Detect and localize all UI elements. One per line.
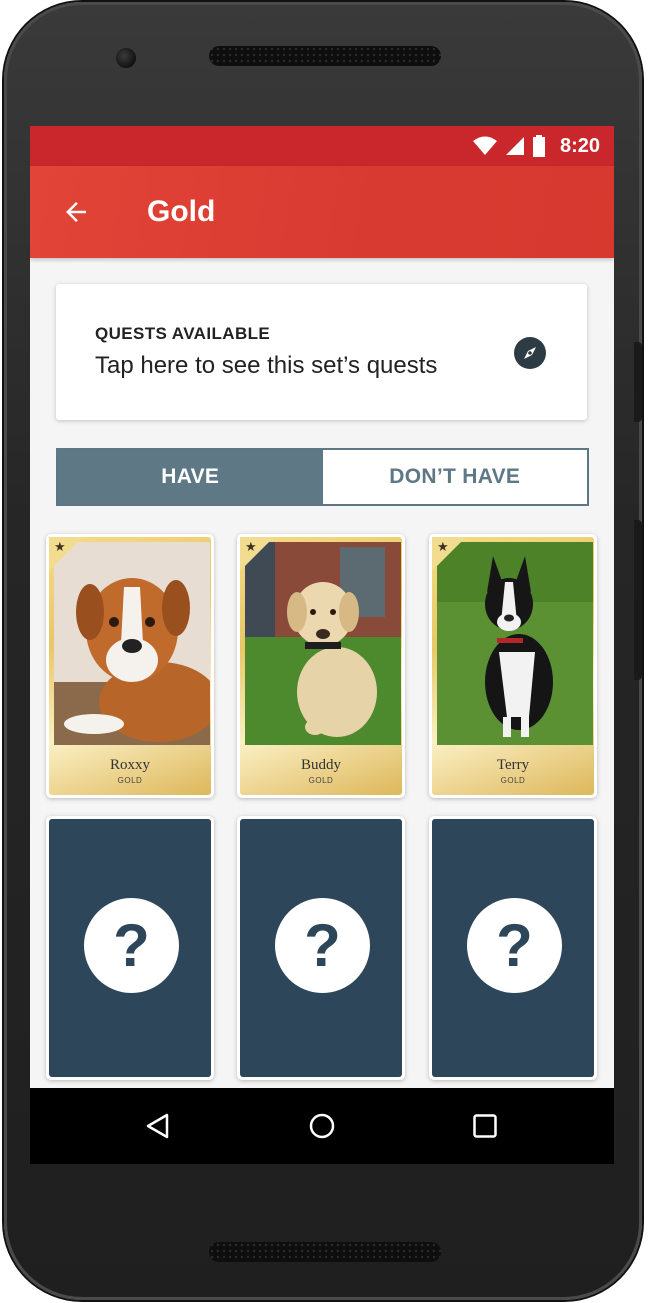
- card-name: Terry: [496, 757, 530, 773]
- question-mark-icon: ?: [84, 898, 179, 993]
- dog-photo-roxxy: [54, 542, 210, 745]
- compass-icon: [514, 337, 546, 369]
- question-mark-icon: ?: [275, 898, 370, 993]
- front-camera: [116, 48, 136, 68]
- navigation-bar: [30, 1088, 614, 1164]
- unknown-card-face: ?: [432, 819, 594, 1077]
- recents-square-icon: [473, 1114, 497, 1138]
- status-bar: 8:20: [30, 126, 614, 166]
- quests-heading: QUESTS AVAILABLE: [95, 324, 271, 343]
- back-triangle-icon: [146, 1113, 169, 1139]
- wifi-icon: [472, 136, 497, 155]
- unknown-card[interactable]: ?: [46, 816, 214, 1080]
- unknown-card-face: ?: [49, 819, 211, 1077]
- unknown-card-face: ?: [240, 819, 402, 1077]
- quests-card[interactable]: QUESTS AVAILABLE Tap here to see this se…: [56, 284, 587, 420]
- star-icon: ★: [245, 539, 257, 554]
- tab-have[interactable]: HAVE: [58, 450, 323, 504]
- star-icon: ★: [54, 539, 66, 554]
- screen: 8:20 Gold QUESTS AVAILABLE Tap here to s…: [30, 126, 614, 1164]
- card-rarity: GOLD: [117, 776, 143, 785]
- unknown-card[interactable]: ?: [237, 816, 405, 1080]
- unknown-card[interactable]: ?: [429, 816, 597, 1080]
- dog-photo-terry: [437, 542, 593, 745]
- app-bar: Gold: [30, 166, 614, 258]
- card-terry[interactable]: ★ Terry GOLD: [429, 534, 597, 798]
- top-speaker: [209, 46, 441, 66]
- card-rarity: GOLD: [500, 776, 526, 785]
- tab-dont-have[interactable]: DON’T HAVE: [322, 450, 587, 504]
- back-button[interactable]: [56, 192, 96, 232]
- home-circle-icon: [309, 1113, 335, 1139]
- nav-back-button[interactable]: [140, 1108, 176, 1144]
- card-frame: ★ Buddy GOLD: [240, 537, 402, 795]
- battery-icon: [532, 135, 545, 157]
- card-buddy[interactable]: ★ Buddy GOLD: [237, 534, 405, 798]
- nav-home-button[interactable]: [304, 1108, 340, 1144]
- status-icons: 8:20: [472, 126, 600, 166]
- dog-photo-buddy: [245, 542, 401, 745]
- quests-subtitle: Tap here to see this set’s quests: [95, 352, 438, 379]
- star-icon: ★: [437, 539, 449, 554]
- status-time: 8:20: [559, 134, 600, 157]
- card-rarity: GOLD: [308, 776, 334, 785]
- page-title: Gold: [147, 195, 216, 228]
- power-button: [634, 342, 642, 422]
- card-name: Buddy: [300, 757, 341, 773]
- card-photo: [245, 542, 401, 745]
- nav-recents-button[interactable]: [467, 1108, 503, 1144]
- have-toggle: HAVE DON’T HAVE: [56, 448, 589, 506]
- question-mark-icon: ?: [467, 898, 562, 993]
- card-photo: [437, 542, 593, 745]
- card-frame: ★ Terry GOLD: [432, 537, 594, 795]
- arrow-back-icon: [66, 202, 86, 222]
- signal-icon: [505, 137, 524, 155]
- card-name: Roxxy: [109, 757, 150, 773]
- volume-button: [634, 520, 642, 680]
- card-roxxy[interactable]: ★ Roxxy GOLD: [46, 534, 214, 798]
- card-frame: ★ Roxxy GOLD: [49, 537, 211, 795]
- bottom-speaker: [209, 1242, 441, 1262]
- card-photo: [54, 542, 210, 745]
